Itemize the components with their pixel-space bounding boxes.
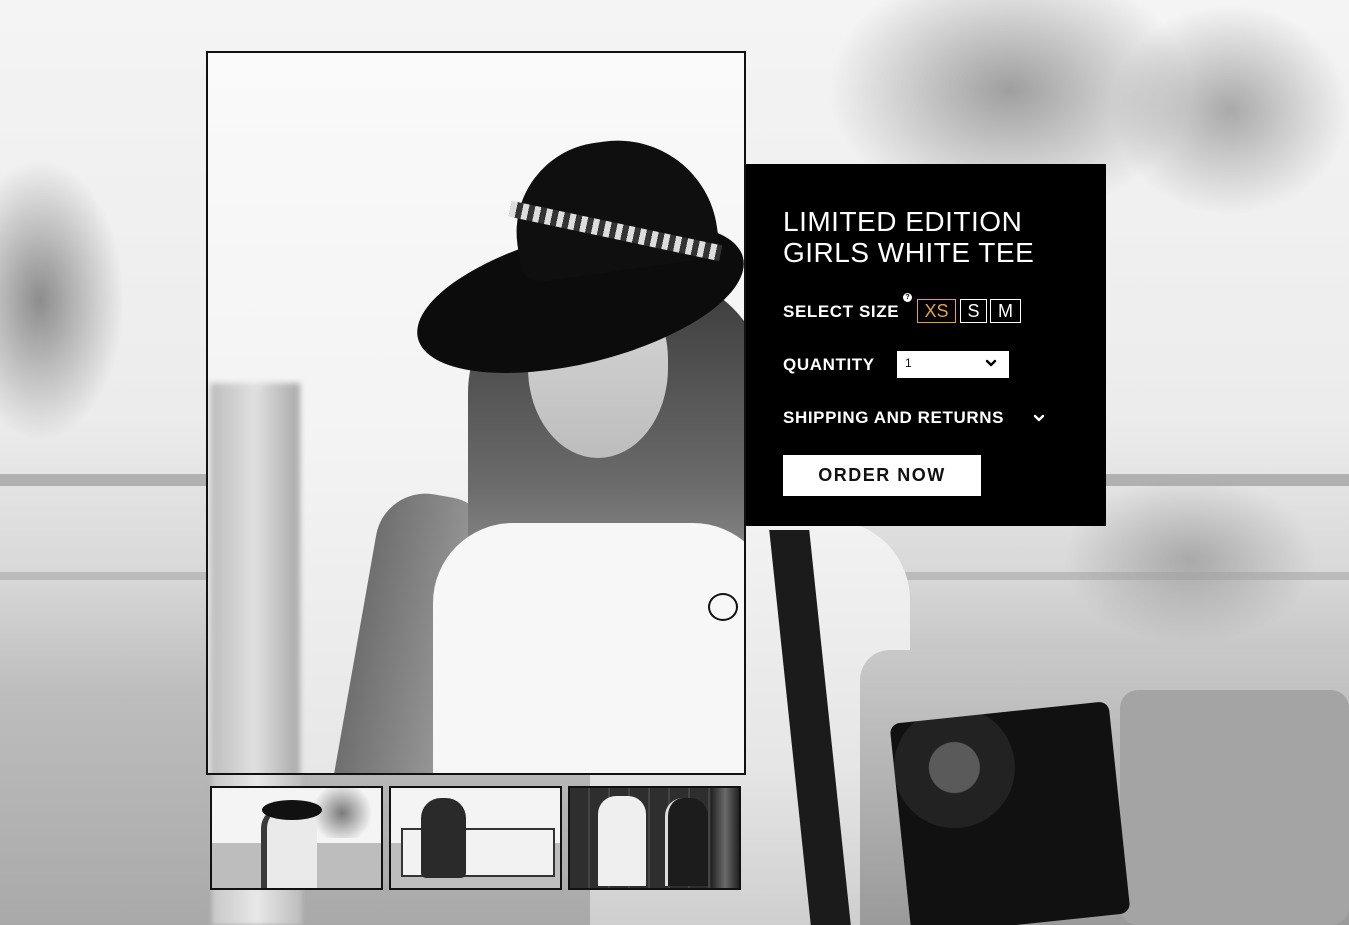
quantity-label: QUANTITY <box>783 355 875 374</box>
size-help-icon[interactable]: ? <box>903 293 912 302</box>
photo-post <box>210 383 300 773</box>
photo-tee <box>433 523 744 773</box>
thumbnail-1[interactable] <box>210 786 383 890</box>
page-background: LIMITED EDITION GIRLS WHITE TEE SELECT S… <box>0 0 1349 925</box>
size-option-m[interactable]: M <box>990 299 1021 323</box>
size-option-xs[interactable]: XS <box>917 299 956 323</box>
chevron-down-icon <box>985 359 997 367</box>
thumbnail-3[interactable] <box>568 786 741 890</box>
select-size-label: SELECT SIZE <box>783 302 900 321</box>
main-product-image <box>206 51 746 775</box>
tee-logo <box>708 593 738 621</box>
thumbnail-2[interactable] <box>389 786 562 890</box>
background-cushion <box>1120 690 1349 925</box>
product-title: LIMITED EDITION GIRLS WHITE TEE <box>783 206 1083 268</box>
quantity-select[interactable]: 1 <box>897 351 1009 378</box>
quantity-value: 1 <box>905 356 912 370</box>
product-title-line1: LIMITED EDITION <box>783 206 1023 237</box>
product-info-panel: LIMITED EDITION GIRLS WHITE TEE SELECT S… <box>746 164 1106 526</box>
size-option-s[interactable]: S <box>960 299 987 323</box>
background-floral-pillow <box>889 701 1131 925</box>
chevron-down-icon[interactable] <box>1033 412 1045 424</box>
order-now-button[interactable]: ORDER NOW <box>783 455 981 496</box>
product-title-line2: GIRLS WHITE TEE <box>783 237 1035 268</box>
shipping-and-returns-toggle[interactable]: SHIPPING AND RETURNS <box>783 408 1004 428</box>
